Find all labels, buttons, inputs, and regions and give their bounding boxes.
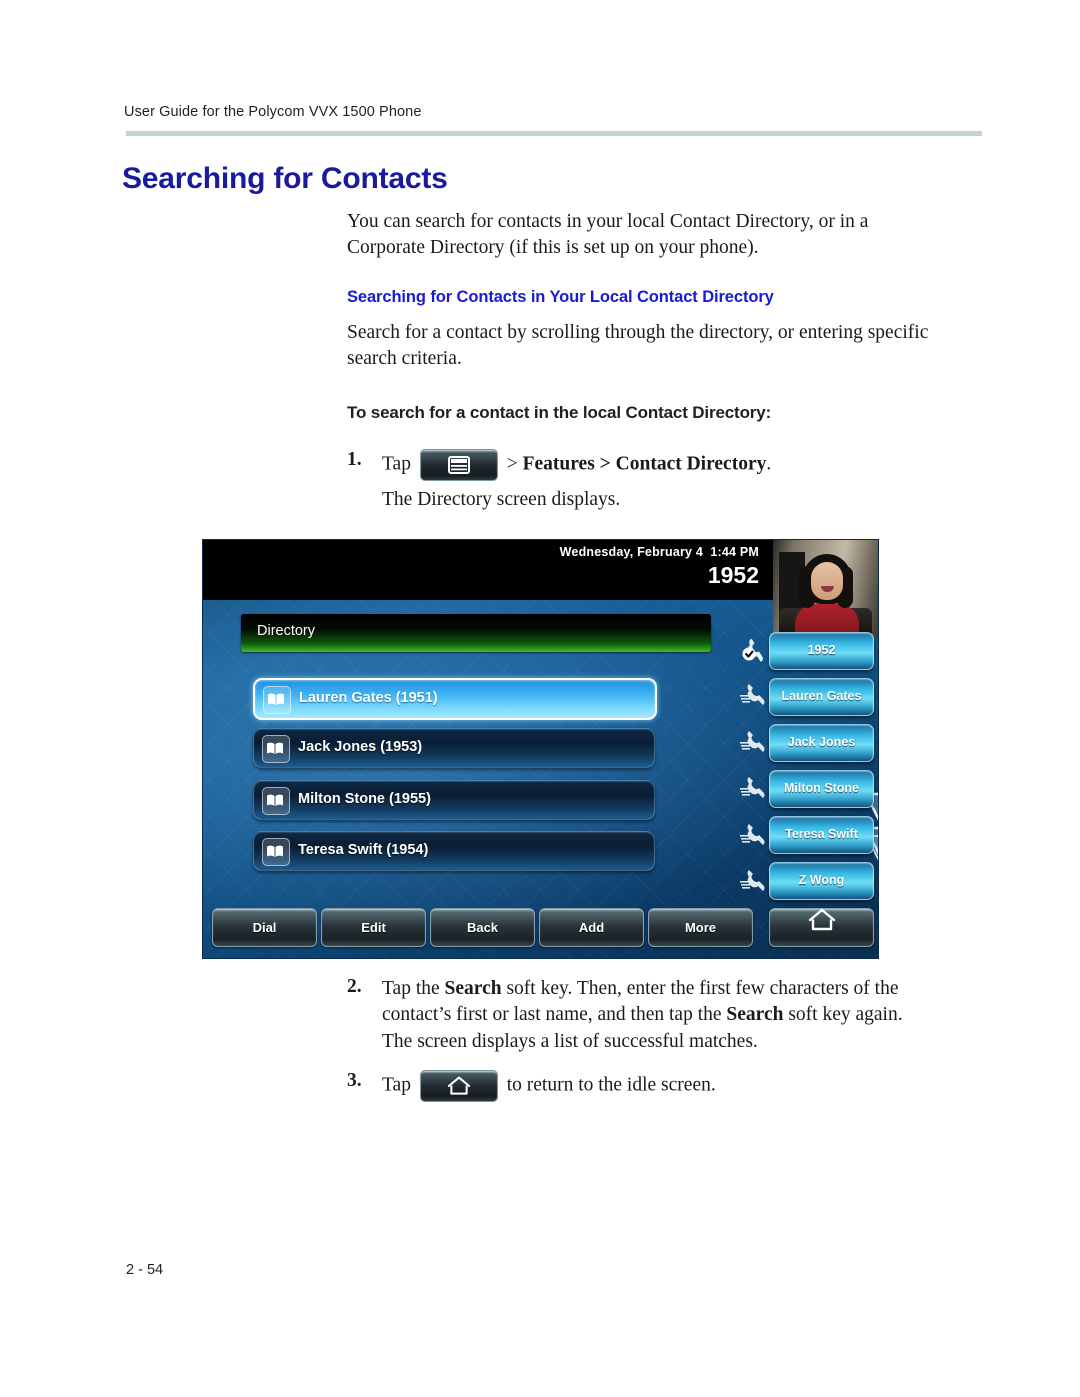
step-text: Tap > Features > Contact Directory.	[382, 449, 947, 481]
self-view-video	[773, 540, 878, 638]
contact-label: Lauren Gates (1951)	[299, 690, 438, 706]
step-number: 3.	[347, 1070, 362, 1091]
softkey-home[interactable]	[769, 908, 874, 947]
step-text-c: soft key again.	[783, 1004, 903, 1025]
contact-row[interactable]: Milton Stone (1955)	[253, 780, 655, 820]
status-extension: 1952	[707, 562, 759, 588]
step-trail-bold: Features > Contact Directory	[522, 453, 767, 475]
procedure-heading: To search for a contact in the local Con…	[347, 403, 772, 422]
step-lead-text: Tap	[382, 453, 411, 475]
line-key[interactable]: Milton Stone	[769, 770, 874, 808]
menu-icon[interactable]	[419, 449, 498, 481]
softkey-edit[interactable]: Edit	[321, 908, 426, 947]
line-key-label: Lauren Gates	[781, 689, 862, 703]
handset-icon	[740, 820, 770, 850]
contact-book-icon	[263, 686, 291, 714]
procedure-step-3: 3. Tap to return to the idle screen.	[347, 1070, 947, 1102]
procedure-step-1: 1. Tap > Features > Contact Directory.	[347, 449, 947, 481]
step-2-note: The screen displays a list of successful…	[382, 1031, 758, 1052]
contact-label: Jack Jones (1953)	[298, 739, 423, 755]
header-divider	[126, 131, 982, 136]
contact-book-icon	[262, 735, 290, 763]
step-text: Tap to return to the idle screen.	[382, 1070, 947, 1102]
running-header: User Guide for the Polycom VVX 1500 Phon…	[124, 104, 422, 120]
contact-label: Milton Stone (1955)	[298, 791, 431, 807]
softkey-dial[interactable]: Dial	[212, 908, 317, 947]
step-trail-suffix: .	[766, 453, 772, 475]
line-key-label: Milton Stone	[784, 781, 859, 795]
section-heading-local-directory: Searching for Contacts in Your Local Con…	[347, 288, 774, 306]
section-paragraph-local-directory: Search for a contact by scrolling throug…	[347, 322, 929, 369]
line-key-label: Jack Jones	[787, 735, 856, 749]
directory-title-label: Directory	[257, 623, 316, 639]
step-text: Tap the Search soft key. Then, enter the…	[382, 976, 947, 1028]
step-number: 1.	[347, 449, 362, 470]
procedure-step-2: 2. Tap the Search soft key. Then, enter …	[347, 976, 947, 1028]
step-number: 2.	[347, 976, 362, 997]
contact-row[interactable]: Teresa Swift (1954)	[253, 831, 655, 871]
handset-icon	[740, 773, 770, 803]
line-key[interactable]: Lauren Gates	[769, 678, 874, 716]
softkey-back[interactable]: Back	[430, 908, 535, 947]
step-1-note: The Directory screen displays.	[382, 489, 621, 510]
handset-icon	[740, 680, 770, 710]
step-text-a: Tap the	[382, 978, 445, 999]
home-icon[interactable]	[419, 1070, 498, 1102]
contact-book-icon	[262, 838, 290, 866]
step-lead-text: Tap	[382, 1074, 411, 1096]
contact-book-icon	[262, 787, 290, 815]
step-bold-a: Search	[444, 978, 502, 999]
line-key[interactable]: Jack Jones	[769, 724, 874, 762]
line-key[interactable]: Z Wong	[769, 862, 874, 900]
handset-icon	[740, 866, 770, 896]
phone-screen-screenshot: Wednesday, February 4 1:44 PM 1952 Direc…	[203, 540, 878, 958]
softkey-label: More	[684, 920, 717, 935]
softkey-label: Add	[578, 920, 605, 935]
handset-icon	[740, 727, 770, 757]
contact-row[interactable]: Lauren Gates (1951)	[253, 678, 657, 720]
phone-status-bar: Wednesday, February 4 1:44 PM 1952	[203, 540, 773, 600]
contact-row[interactable]: Jack Jones (1953)	[253, 728, 655, 768]
video-person-face	[811, 562, 843, 600]
line-key[interactable]: 1952	[769, 632, 874, 670]
softkey-label: Dial	[252, 920, 277, 935]
line-key-label: 1952	[807, 643, 836, 657]
line-key-label: Teresa Swift	[785, 827, 858, 841]
status-datetime: Wednesday, February 4 1:44 PM	[559, 545, 759, 559]
page-title: Searching for Contacts	[122, 162, 448, 195]
directory-title-bar: Directory	[241, 614, 711, 652]
softkey-add[interactable]: Add	[539, 908, 644, 947]
page-footer: 2 - 54	[126, 1262, 164, 1278]
step-trail-text: to return to the idle screen.	[506, 1074, 716, 1096]
intro-paragraph: You can search for contacts in your loca…	[347, 211, 869, 258]
line-key-label: Z Wong	[798, 873, 845, 887]
step-bold-b: Search	[726, 1004, 784, 1025]
softkey-more[interactable]: More	[648, 908, 753, 947]
contact-label: Teresa Swift (1954)	[298, 842, 429, 858]
line-key[interactable]: Teresa Swift	[769, 816, 874, 854]
softkey-label: Back	[466, 920, 499, 935]
softkey-label: Edit	[361, 920, 386, 935]
handset-registered-icon	[740, 634, 770, 664]
step-trail-prefix: >	[506, 453, 523, 475]
